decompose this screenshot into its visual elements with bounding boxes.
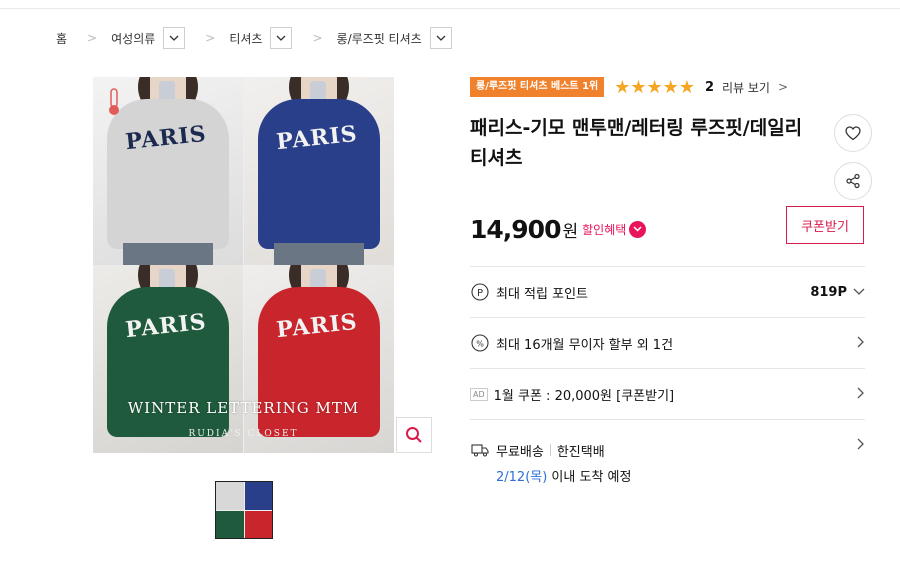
installment-label: 최대 16개월 무이자 할부 외 1건 <box>496 337 674 353</box>
product-main-image[interactable]: PARIS PARIS PARIS PARIS WINTER LETTERING… <box>93 77 394 453</box>
top-divider <box>0 8 900 9</box>
best-badge[interactable]: 롱/루즈핏 티셔츠 베스트 1위 <box>470 77 605 97</box>
delivery-text: 이내 도착 예정 <box>547 470 632 485</box>
breadcrumb-category-womens[interactable]: 여성의류 <box>111 27 186 49</box>
image-overlay-subtitle: RUDIA'S CLOSET <box>188 429 299 439</box>
points-value: 819P <box>810 285 847 300</box>
percent-icon: % <box>470 333 490 353</box>
truck-icon <box>470 440 490 460</box>
price-unit: 원 <box>562 221 579 242</box>
coupon-button[interactable]: 쿠폰받기 <box>786 206 864 244</box>
shipping-carrier: 한진택배 <box>556 444 605 460</box>
svg-text:P: P <box>477 288 483 299</box>
breadcrumb-separator-icon: > <box>87 31 98 45</box>
delivery-date: 2/12(목) <box>496 470 548 485</box>
breadcrumb-category-tshirts[interactable]: 티셔츠 <box>229 27 293 49</box>
thermometer-icon <box>109 88 119 115</box>
chevron-right-icon[interactable]: > <box>778 80 788 94</box>
share-button[interactable] <box>834 162 872 200</box>
chevron-down-circle-icon[interactable] <box>629 220 647 238</box>
magnifier-icon <box>406 427 422 443</box>
points-row[interactable]: P 최대 적립 포인트 819P <box>470 266 865 317</box>
image-overlay-title: WINTER LETTERING MTM <box>127 399 360 417</box>
ad-coupon-row[interactable]: AD 1월 쿠폰 : 20,000원 [쿠폰받기] <box>470 368 865 419</box>
product-info: 롱/루즈핏 티셔츠 베스트 1위 ★★★★★ 2 리뷰 보기 > 패리스-기모 … <box>470 76 872 485</box>
breadcrumb: 홈 > 여성의류 > 티셔츠 > 롱/루즈핏 티셔츠 <box>56 27 472 49</box>
image-quadrant-green: PARIS <box>93 265 243 453</box>
image-quadrant-red: PARIS <box>244 265 394 453</box>
breadcrumb-category-loose-fit[interactable]: 롱/루즈핏 티셔츠 <box>337 27 452 49</box>
points-label: 최대 적립 포인트 <box>496 286 588 302</box>
chevron-down-icon[interactable] <box>270 27 293 49</box>
breadcrumb-separator-icon: > <box>312 31 323 45</box>
ad-coupon-label: 1월 쿠폰 : 20,000원 [쿠폰받기] <box>493 388 675 404</box>
zoom-button[interactable] <box>396 417 432 453</box>
review-count[interactable]: 2 <box>705 80 714 95</box>
price-row: 14,900 원 할인혜택 <box>470 213 647 245</box>
shipping-free-label: 무료배송 <box>496 444 544 460</box>
price-value: 14,900 <box>470 214 561 244</box>
image-quadrant-blue: PARIS <box>244 77 394 265</box>
chevron-down-icon[interactable] <box>163 27 186 49</box>
discount-benefit-link[interactable]: 할인혜택 <box>582 221 626 238</box>
breadcrumb-separator-icon: > <box>205 31 216 45</box>
wishlist-button[interactable] <box>834 114 872 152</box>
rating-row: 롱/루즈핏 티셔츠 베스트 1위 ★★★★★ 2 리뷰 보기 > <box>470 76 865 98</box>
thumbnail-image[interactable] <box>215 481 273 539</box>
points-icon: P <box>470 282 490 302</box>
benefit-list: P 최대 적립 포인트 819P % 최대 16개월 무이자 할부 외 1건 A… <box>470 266 865 489</box>
chevron-down-icon[interactable] <box>429 27 452 49</box>
chevron-right-icon[interactable] <box>857 438 865 454</box>
heart-icon <box>845 125 861 140</box>
product-gallery: PARIS PARIS PARIS PARIS WINTER LETTERING… <box>93 77 433 453</box>
chevron-right-icon[interactable] <box>857 336 865 352</box>
share-icon <box>846 173 860 189</box>
breadcrumb-label[interactable]: 여성의류 <box>111 30 155 47</box>
review-link[interactable]: 리뷰 보기 <box>722 79 770 96</box>
shipping-row[interactable]: 무료배송 한진택배 2/12(목) 이내 도착 예정 <box>470 419 865 489</box>
breadcrumb-label[interactable]: 티셔츠 <box>229 30 262 47</box>
breadcrumb-home[interactable]: 홈 <box>56 30 67 47</box>
chevron-down-icon[interactable] <box>853 285 865 300</box>
divider <box>549 444 551 456</box>
ad-tag: AD <box>470 387 488 401</box>
breadcrumb-label[interactable]: 롱/루즈핏 티셔츠 <box>337 30 422 47</box>
star-rating-icon: ★★★★★ <box>614 76 695 98</box>
svg-text:%: % <box>476 340 484 349</box>
delivery-estimate: 2/12(목) 이내 도착 예정 <box>496 466 631 485</box>
chevron-right-icon[interactable] <box>857 387 865 403</box>
image-quadrant-gray: PARIS <box>93 77 243 265</box>
product-title: 패리스-기모 맨투맨/레터링 루즈핏/데일리 티셔츠 <box>470 117 803 169</box>
installment-row[interactable]: % 최대 16개월 무이자 할부 외 1건 <box>470 317 865 368</box>
